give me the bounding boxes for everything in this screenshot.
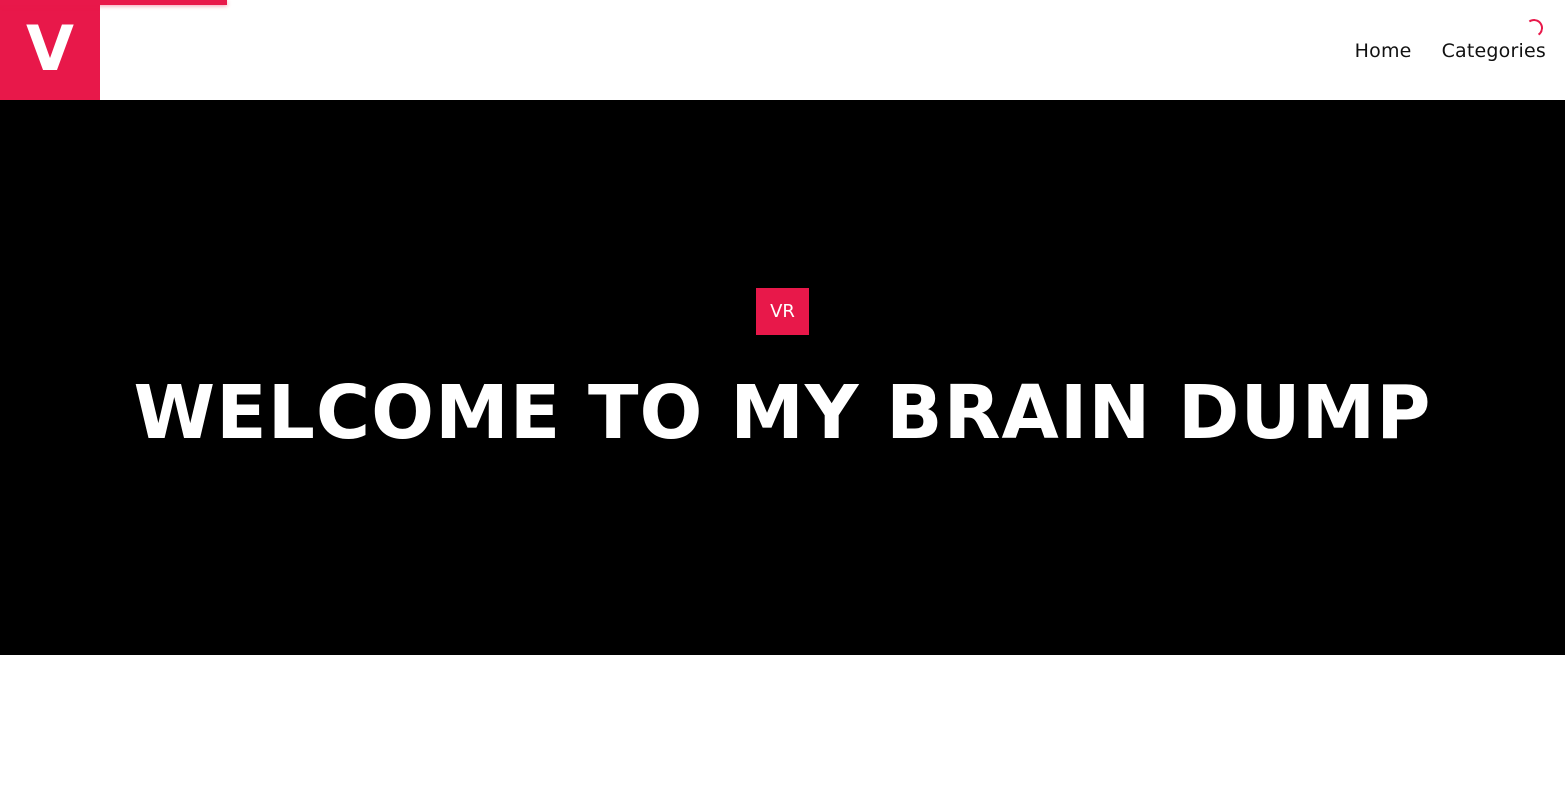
nav-link-home[interactable]: Home — [1355, 39, 1412, 63]
site-header: V Home Categories — [0, 0, 1565, 100]
hero-title: WELCOME TO MY BRAIN DUMP — [133, 370, 1432, 456]
category-badge[interactable]: VR — [756, 288, 809, 335]
site-logo-icon: V — [26, 12, 74, 85]
page-loading-progress-bar — [0, 0, 227, 5]
main-nav: Home Categories — [1355, 39, 1546, 63]
nav-link-categories[interactable]: Categories — [1442, 39, 1546, 63]
loading-spinner-icon — [1523, 17, 1545, 39]
hero-banner: VR WELCOME TO MY BRAIN DUMP — [0, 100, 1565, 655]
site-logo[interactable]: V — [0, 0, 100, 100]
